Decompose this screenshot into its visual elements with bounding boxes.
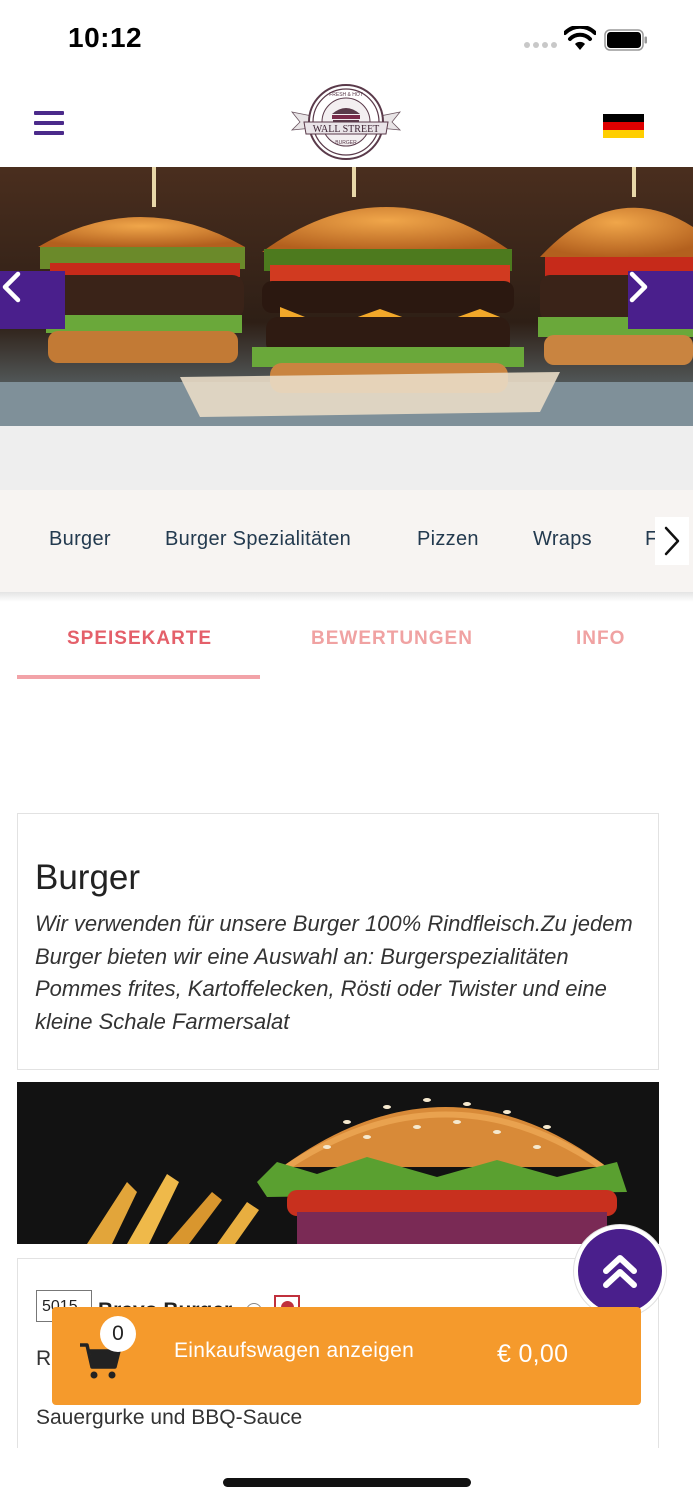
wifi-icon (564, 26, 596, 50)
content-tabs: SPEISEKARTE BEWERTUNGEN INFO (0, 602, 693, 682)
category-nav: Burger Burger Spezialitäten Pizzen Wraps… (0, 490, 693, 592)
scroll-to-top-button[interactable] (574, 1225, 666, 1317)
product-description-line2: Sauergurke und BBQ-Sauce (36, 1406, 303, 1429)
chevron-right-icon (629, 271, 648, 303)
category-burger-spezialitaeten[interactable]: Burger Spezialitäten (165, 528, 351, 551)
tab-bewertungen[interactable]: BEWERTUNGEN (311, 628, 473, 650)
product-description-line1: R (36, 1347, 52, 1370)
category-burger[interactable]: Burger (49, 528, 111, 551)
status-bar: 10:12 (0, 0, 693, 80)
hamburger-icon[interactable] (34, 111, 64, 135)
burger-photo (17, 1082, 659, 1244)
status-time: 10:12 (68, 22, 143, 53)
cart-total: € 0,00 (497, 1340, 569, 1368)
battery-icon (604, 29, 647, 51)
double-chevron-up-icon (603, 1255, 637, 1288)
category-next-button[interactable] (655, 517, 689, 565)
product-image[interactable] (17, 1082, 659, 1244)
cart-label: Einkaufswagen anzeigen (174, 1339, 415, 1362)
logo-small-bottom: BURGER (335, 140, 357, 146)
view-cart-button[interactable]: 0 Einkaufswagen anzeigen € 0,00 (52, 1307, 641, 1405)
de-flag-icon[interactable] (603, 114, 644, 138)
category-wraps[interactable]: Wraps (533, 528, 592, 551)
category-shadow (0, 592, 693, 602)
app-header: WALL STREET FRESH & HOT BURGER (0, 80, 693, 167)
hero-pagination-band (0, 426, 693, 490)
wall-street-burger-logo[interactable]: WALL STREET FRESH & HOT BURGER (290, 82, 402, 164)
cart-count-badge: 0 (100, 1316, 136, 1352)
section-description: Wir verwenden für unsere Burger 100% Rin… (35, 911, 633, 1034)
hero-burger-image (0, 167, 693, 426)
tab-speisekarte[interactable]: SPEISEKARTE (67, 628, 212, 650)
carousel-prev-button[interactable] (0, 271, 65, 329)
section-title: Burger (35, 858, 141, 897)
menu-section-card: Burger Wir verwenden für unsere Burger 1… (17, 813, 659, 1070)
home-indicator[interactable] (223, 1478, 471, 1487)
hero-carousel[interactable] (0, 167, 693, 426)
logo-text: WALL STREET (313, 124, 380, 135)
carousel-next-button[interactable] (628, 271, 693, 329)
signal-icon (524, 42, 558, 50)
chevron-left-icon (2, 271, 21, 303)
active-tab-indicator (17, 675, 260, 679)
logo-small-top: FRESH & HOT (329, 92, 363, 98)
chevron-right-icon (664, 526, 680, 556)
category-pizzen[interactable]: Pizzen (417, 528, 479, 551)
tab-info[interactable]: INFO (576, 628, 625, 650)
